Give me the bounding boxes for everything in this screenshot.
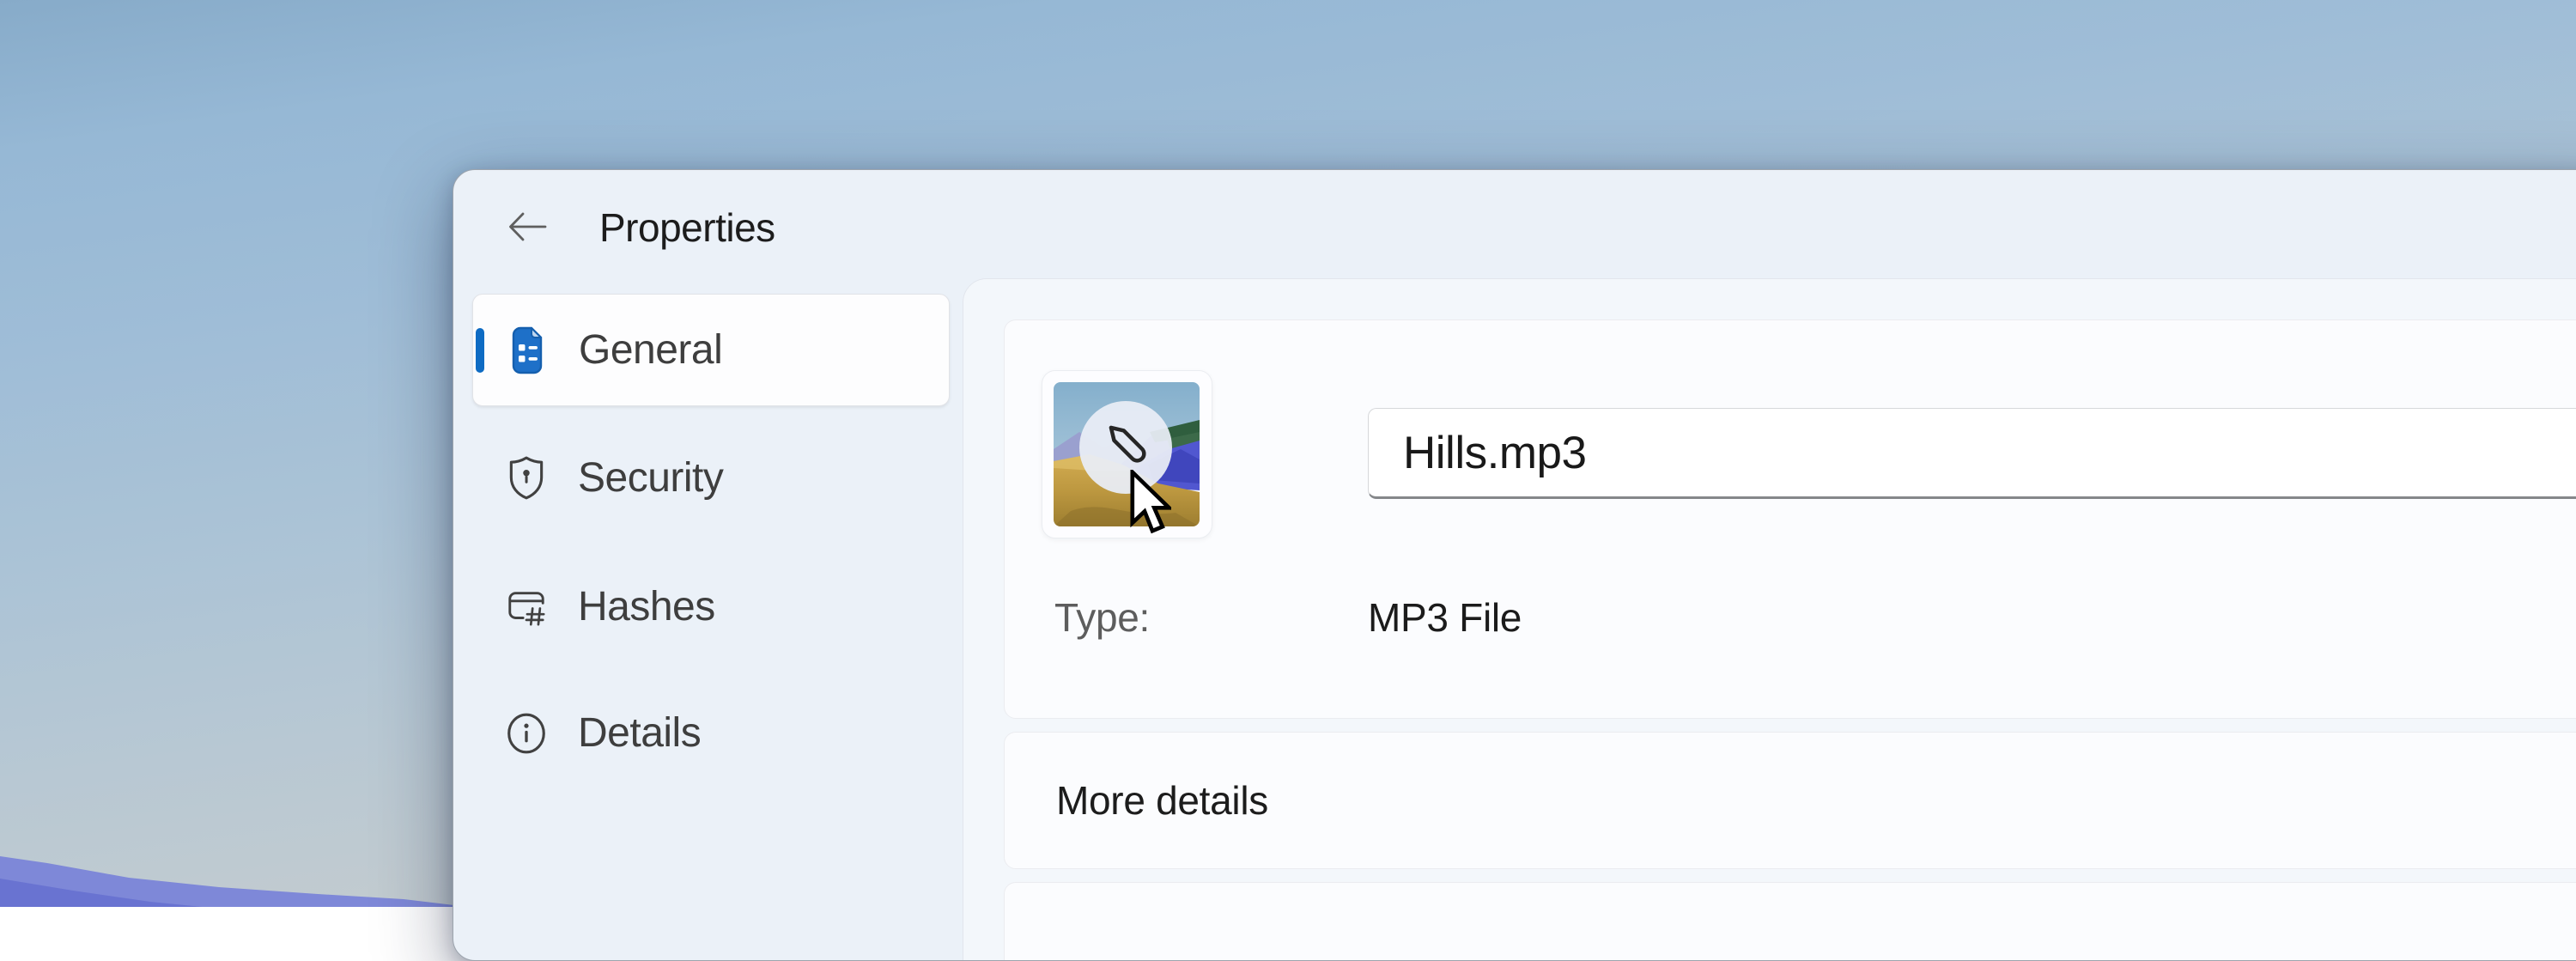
selected-accent-bar (476, 327, 484, 373)
sidebar-item-general[interactable]: General (472, 294, 950, 406)
more-details-label: More details (1056, 778, 1268, 823)
mouse-pointer-icon (1130, 470, 1171, 537)
filename-input[interactable] (1368, 408, 2576, 499)
bottom-card (1004, 882, 2576, 960)
file-info-card: Type: MP3 File (1004, 319, 2576, 719)
properties-window: Properties General Security Hashes Detai… (453, 169, 2576, 961)
sidebar-item-label: Security (578, 455, 724, 501)
info-circle-icon (505, 709, 548, 757)
type-label: Type: (1054, 595, 1151, 640)
shield-keyhole-icon (505, 454, 548, 502)
page-title: Properties (599, 205, 775, 250)
desktop-wallpaper: Properties General Security Hashes Detai… (0, 0, 2576, 961)
main-content-panel: Type: MP3 File More details (963, 278, 2576, 960)
sidebar-item-hashes[interactable]: Hashes (472, 550, 950, 663)
type-value: MP3 File (1368, 595, 1522, 640)
sidebar-item-details[interactable]: Details (472, 677, 950, 789)
file-type-row: Type: MP3 File (1054, 593, 1522, 642)
sidebar-item-label: Hashes (578, 584, 715, 630)
window-header: Properties (453, 170, 2576, 278)
document-list-icon (506, 326, 549, 374)
sidebar-item-label: General (579, 327, 723, 373)
back-arrow-icon (507, 208, 548, 246)
sidebar-item-security[interactable]: Security (472, 422, 950, 534)
back-button[interactable] (505, 206, 550, 247)
more-details-card[interactable]: More details (1004, 732, 2576, 869)
file-thumbnail-button[interactable] (1042, 370, 1212, 538)
sidebar-item-label: Details (578, 710, 702, 756)
card-hash-icon (505, 583, 548, 631)
